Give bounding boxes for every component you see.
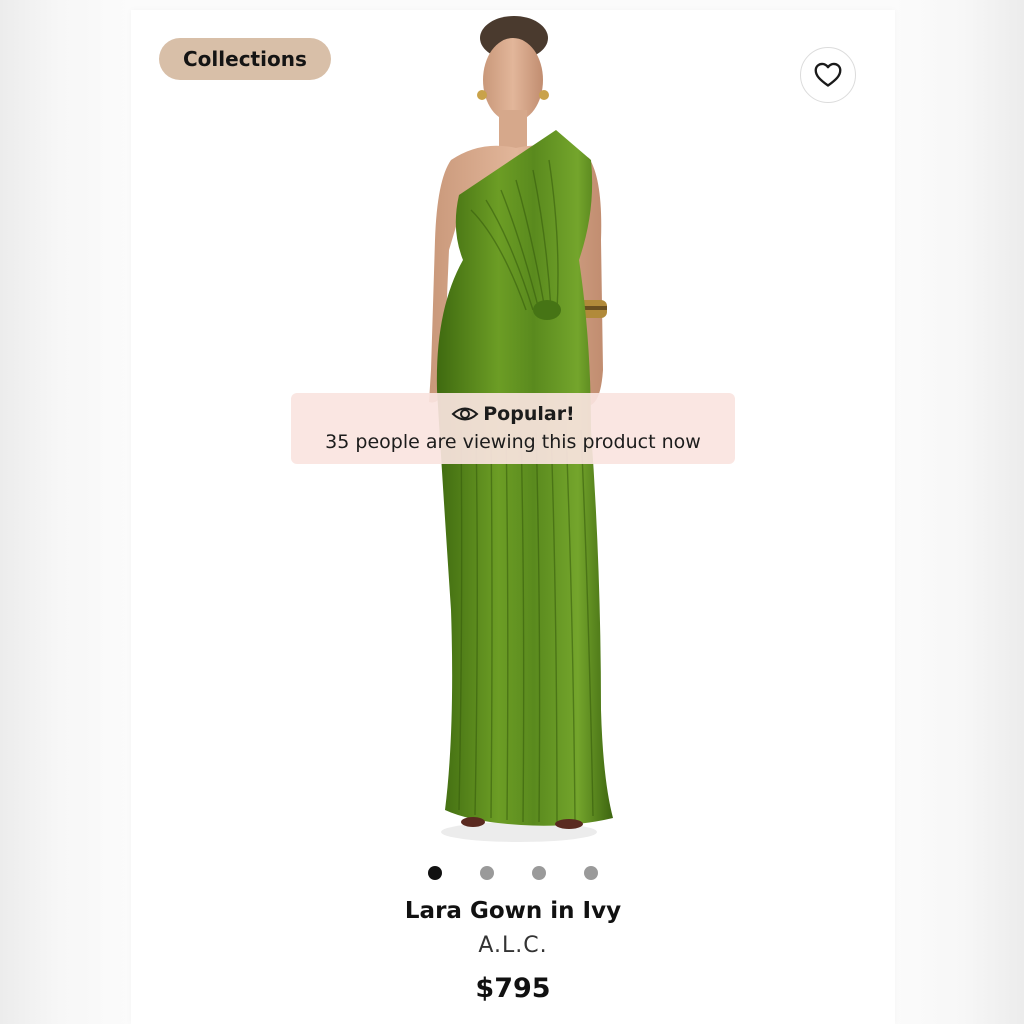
product-name[interactable]: Lara Gown in Ivy <box>131 898 895 924</box>
page-background: Collections Popular! 35 people are viewi… <box>0 0 1024 1024</box>
product-card: Collections Popular! 35 people are viewi… <box>131 10 895 1024</box>
popular-title: Popular! <box>483 403 575 425</box>
popular-banner: Popular! 35 people are viewing this prod… <box>291 393 735 464</box>
carousel-dot-1[interactable] <box>428 866 442 880</box>
favorite-button[interactable] <box>800 47 856 103</box>
carousel-dots <box>131 866 895 880</box>
eye-icon <box>451 407 479 421</box>
product-brand[interactable]: A.L.C. <box>131 933 895 958</box>
carousel-dot-4[interactable] <box>584 866 598 880</box>
heart-outline-icon <box>814 62 842 87</box>
carousel-dot-2[interactable] <box>480 866 494 880</box>
collections-button[interactable]: Collections <box>159 38 331 80</box>
product-price: $795 <box>475 973 551 1004</box>
popular-viewers-text: 35 people are viewing this product now <box>325 431 701 453</box>
carousel-dot-3[interactable] <box>532 866 546 880</box>
